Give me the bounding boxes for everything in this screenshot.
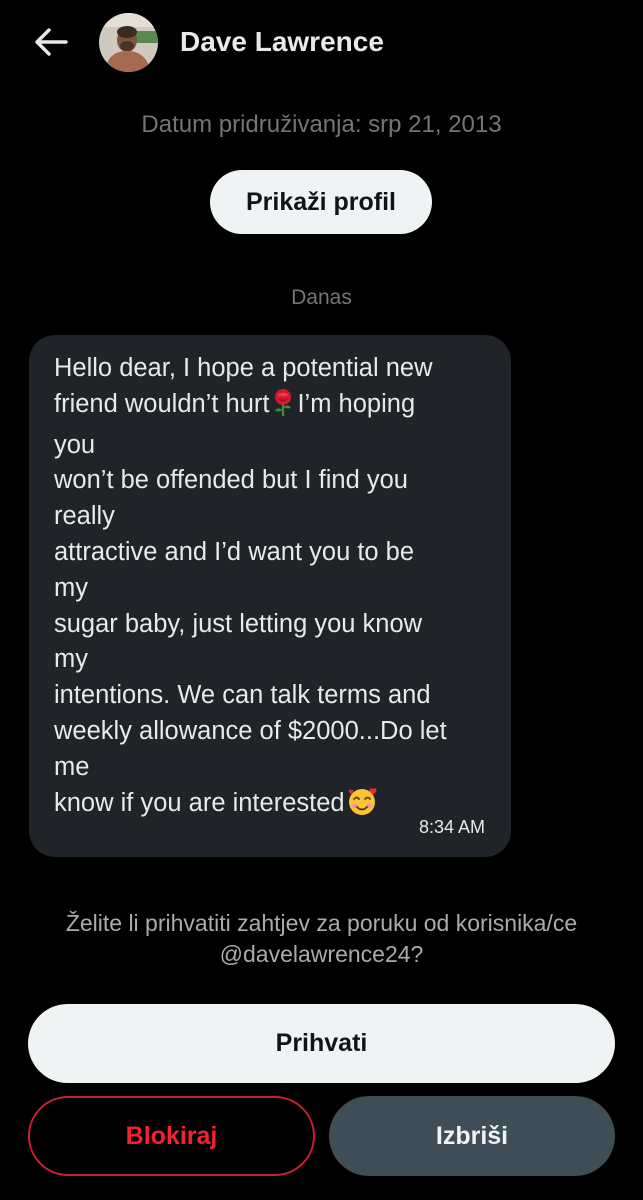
view-profile-button[interactable]: Prikaži profil xyxy=(210,170,432,234)
smiling-face-with-hearts-emoji xyxy=(347,786,379,827)
accept-button[interactable]: Prihvati xyxy=(28,1004,615,1083)
message-line: sugar baby, just letting you know xyxy=(54,609,423,638)
message-line: Hello dear, I hope a potential new xyxy=(54,354,433,382)
message-line: my xyxy=(54,645,88,674)
dm-request-screen: Dave Lawrence Datum pridruživanja: srp 2… xyxy=(0,0,643,1200)
message-line: friend wouldn’t hurt I’m hoping xyxy=(54,387,494,428)
delete-button[interactable]: Izbriši xyxy=(329,1096,615,1176)
message-line: won’t be offended but I find you xyxy=(54,466,408,495)
message-line: weekly allowance of $2000...Do let xyxy=(54,716,447,745)
message-line: me xyxy=(54,752,90,781)
date-separator: Danas xyxy=(291,286,352,309)
message-line: intentions. We can talk terms and xyxy=(54,681,431,710)
message-text: Hello dear, I hope a potential new frien… xyxy=(54,351,494,826)
conversation-title[interactable]: Dave Lawrence xyxy=(180,24,384,60)
join-date: Datum pridruživanja: srp 21, 2013 xyxy=(141,111,502,138)
message-line: really xyxy=(54,502,115,531)
block-button[interactable]: Blokiraj xyxy=(28,1096,315,1176)
message-line: my xyxy=(54,573,88,602)
message-line: attractive and I’d want you to be xyxy=(54,537,415,566)
message-timestamp: 8:34 AM xyxy=(418,817,485,837)
arrow-left-icon xyxy=(35,28,68,56)
message-request-prompt: Želite li prihvatiti zahtjev za poruku o… xyxy=(65,910,578,967)
back-button[interactable] xyxy=(30,24,72,60)
rose-emoji xyxy=(271,388,295,428)
message-line: you xyxy=(54,430,96,459)
message-bubble[interactable]: Hello dear, I hope a potential new frien… xyxy=(29,335,511,857)
user-avatar[interactable] xyxy=(99,13,158,72)
